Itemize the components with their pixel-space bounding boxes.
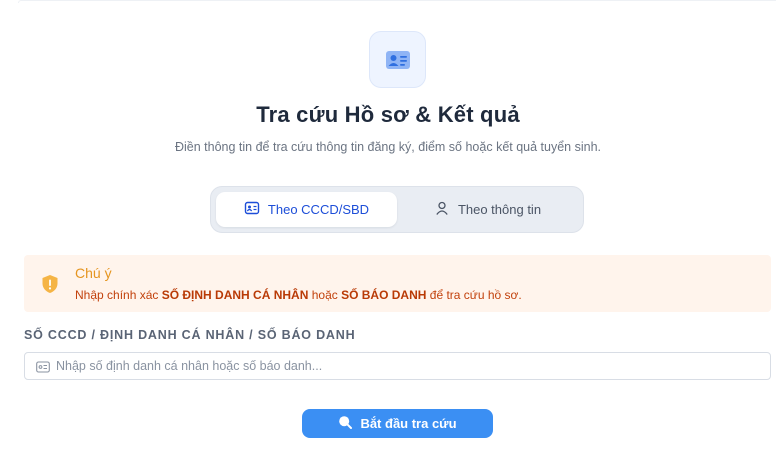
search-mode-tabs: Theo CCCD/SBD Theo thông tin	[210, 186, 584, 233]
notice-highlight-sbd: SỐ BÁO DANH	[341, 288, 427, 302]
shield-warning-icon	[41, 274, 59, 294]
page-title: Tra cứu Hồ sơ & Kết quả	[256, 102, 520, 127]
search-icon	[338, 415, 353, 432]
notice-title: Chú ý	[75, 265, 112, 281]
tab-by-info-label: Theo thông tin	[457, 202, 542, 217]
id-field-wrapper[interactable]	[24, 352, 771, 380]
id-field-label: SỐ CCCD / ĐỊNH DANH CÁ NHÂN / SỐ BÁO DAN…	[24, 328, 356, 342]
start-search-button[interactable]: Bắt đầu tra cứu	[302, 409, 493, 438]
id-card-icon	[36, 360, 50, 373]
page-subtitle: Điền thông tin để tra cứu thông tin đăng…	[175, 140, 601, 154]
id-input[interactable]	[56, 353, 770, 379]
notice-box: Chú ý Nhập chính xác SỐ ĐỊNH DANH CÁ NHÂ…	[24, 255, 771, 312]
id-card-icon	[244, 200, 260, 219]
tab-by-id-label: Theo CCCD/SBD	[267, 202, 370, 217]
tab-by-info[interactable]: Theo thông tin	[397, 192, 578, 227]
user-icon	[434, 200, 450, 219]
card-top-border	[18, 0, 776, 3]
notice-highlight-id: SỐ ĐỊNH DANH CÁ NHÂN	[161, 288, 309, 302]
tab-by-id[interactable]: Theo CCCD/SBD	[216, 192, 397, 227]
id-card-icon	[369, 31, 426, 88]
notice-text: Nhập chính xác SỐ ĐỊNH DANH CÁ NHÂN hoặc…	[75, 288, 522, 302]
start-search-label: Bắt đầu tra cứu	[360, 416, 457, 431]
